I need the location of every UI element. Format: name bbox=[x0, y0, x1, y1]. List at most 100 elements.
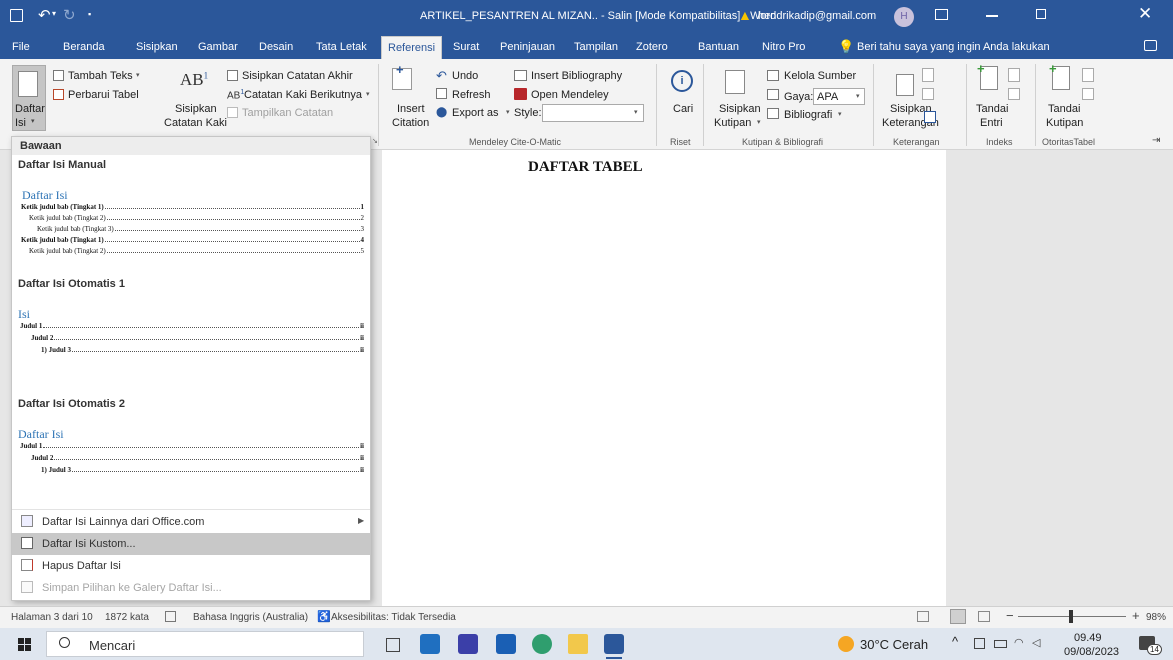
zoom-slider[interactable] bbox=[1018, 610, 1126, 623]
tab-file[interactable]: File bbox=[12, 41, 30, 53]
clock-time[interactable]: 09.49 bbox=[1074, 632, 1102, 644]
chevron-down-icon[interactable]: ▾ bbox=[634, 108, 638, 116]
zoom-percent[interactable]: 98% bbox=[1146, 612, 1166, 623]
table-of-figures-icon[interactable] bbox=[922, 68, 934, 82]
wifi-icon[interactable]: ◠ bbox=[1014, 636, 1024, 649]
mendeley-refresh-button[interactable]: Refresh bbox=[452, 89, 491, 101]
undo-dropdown-icon[interactable]: ▾ bbox=[52, 9, 56, 18]
document-heading[interactable]: DAFTAR TABEL bbox=[528, 159, 643, 176]
avatar[interactable]: H bbox=[894, 7, 914, 27]
tell-me-search[interactable]: Beri tahu saya yang ingin Anda lakukan bbox=[857, 41, 1050, 53]
add-text-button[interactable]: Tambah Teks bbox=[68, 70, 133, 82]
print-layout-icon[interactable] bbox=[950, 609, 966, 624]
tab-desain[interactable]: Desain bbox=[259, 41, 293, 53]
zoom-out-button[interactable]: − bbox=[1006, 608, 1014, 623]
update-toa-icon[interactable] bbox=[1082, 88, 1094, 100]
mail-icon[interactable] bbox=[420, 634, 440, 654]
weather-sun-icon[interactable] bbox=[838, 636, 854, 652]
update-index-icon[interactable] bbox=[1008, 88, 1020, 100]
tab-surat[interactable]: Surat bbox=[453, 41, 479, 53]
store-icon[interactable] bbox=[496, 634, 516, 654]
tab-nitro-pro[interactable]: Nitro Pro bbox=[762, 41, 805, 53]
insert-endnote-button[interactable]: Sisipkan Catatan Akhir bbox=[242, 70, 353, 82]
toc-manual-option[interactable]: Daftar Isi Ketik judul bab (Tingkat 1) 1 … bbox=[12, 177, 370, 271]
menu-custom-toc[interactable]: Daftar Isi Kustom... bbox=[12, 533, 370, 555]
mark-citation-label-1[interactable]: Tandai bbox=[1048, 103, 1080, 115]
windows-start-icon[interactable] bbox=[18, 638, 31, 651]
insert-citation-label-1[interactable]: Insert bbox=[397, 103, 425, 115]
tab-zotero[interactable]: Zotero bbox=[636, 41, 668, 53]
word-count[interactable]: 1872 kata bbox=[105, 612, 149, 623]
mark-entry-label-2[interactable]: Entri bbox=[980, 117, 1003, 129]
save-icon[interactable] bbox=[10, 9, 23, 22]
word-app-icon[interactable] bbox=[604, 634, 624, 654]
chevron-down-icon[interactable]: ▾ bbox=[856, 92, 860, 100]
manage-sources-button[interactable]: Kelola Sumber bbox=[784, 70, 856, 82]
insert-citation-label-2[interactable]: Citation bbox=[392, 117, 429, 129]
tab-gambar[interactable]: Gambar bbox=[198, 41, 238, 53]
pin-ribbon-icon[interactable]: ⇥ bbox=[1152, 135, 1160, 146]
lightbulb-icon[interactable]: 💡 bbox=[838, 39, 854, 55]
battery-icon[interactable] bbox=[994, 640, 1007, 648]
volume-icon[interactable]: ◁ bbox=[1032, 636, 1040, 649]
web-layout-icon[interactable] bbox=[978, 611, 990, 622]
restore-button[interactable] bbox=[1036, 9, 1046, 19]
customize-qat-icon[interactable]: ▪ bbox=[88, 9, 91, 19]
proofing-icon[interactable] bbox=[165, 611, 176, 622]
accessibility-icon[interactable]: ♿ bbox=[317, 610, 331, 623]
menu-more-toc-office[interactable]: Daftar Isi Lainnya dari Office.com ▶ bbox=[12, 511, 370, 533]
mark-entry-label-1[interactable]: Tandai bbox=[976, 103, 1008, 115]
focus-mode-icon[interactable] bbox=[917, 611, 929, 622]
tab-tata-letak[interactable]: Tata Letak bbox=[316, 41, 367, 53]
update-figures-icon[interactable] bbox=[922, 88, 934, 100]
toc-auto1-option[interactable]: Isi Judul 1 ii Judul 2 ii 1) Judul 3 ii bbox=[12, 297, 370, 392]
insert-citation-id-label-1[interactable]: Sisipkan bbox=[719, 103, 761, 115]
mark-citation-label-2[interactable]: Kutipan bbox=[1046, 117, 1083, 129]
tab-beranda[interactable]: Beranda bbox=[63, 41, 105, 53]
insert-footnote-label-1[interactable]: Sisipkan bbox=[175, 103, 217, 115]
tab-sisipkan[interactable]: Sisipkan bbox=[136, 41, 178, 53]
task-view-icon[interactable] bbox=[386, 638, 400, 652]
edge-browser-icon[interactable] bbox=[532, 634, 552, 654]
dialog-launcher-icon[interactable]: ↘ bbox=[372, 137, 378, 145]
account-email[interactable]: hendrikadip@gmail.com bbox=[758, 10, 876, 22]
insert-citation-id-label-2[interactable]: Kutipan bbox=[714, 117, 751, 129]
mendeley-undo-button[interactable]: Undo bbox=[452, 70, 478, 82]
weather-text[interactable]: 30°C Cerah bbox=[860, 637, 928, 652]
tray-meet-icon[interactable] bbox=[974, 638, 985, 649]
bibliography-button[interactable]: Bibliografi bbox=[784, 109, 832, 121]
language-status[interactable]: Bahasa Inggris (Australia) bbox=[193, 612, 308, 623]
taskbar-search-box[interactable]: Mencari bbox=[46, 631, 364, 657]
insert-bibliography-button[interactable]: Insert Bibliography bbox=[531, 70, 622, 82]
document-page[interactable]: DAFTAR TABEL bbox=[382, 150, 946, 606]
tab-referensi[interactable]: Referensi bbox=[381, 36, 443, 59]
tab-tampilan[interactable]: Tampilan bbox=[574, 41, 618, 53]
accessibility-status[interactable]: Aksesibilitas: Tidak Tersedia bbox=[331, 612, 456, 623]
warning-icon[interactable]: ▲ bbox=[738, 7, 752, 23]
close-button[interactable]: ✕ bbox=[1138, 4, 1152, 24]
mendeley-style-select[interactable] bbox=[542, 104, 644, 122]
file-explorer-icon[interactable] bbox=[568, 634, 588, 654]
tab-bantuan[interactable]: Bantuan bbox=[698, 41, 739, 53]
minimize-button[interactable] bbox=[986, 15, 998, 17]
export-as-button[interactable]: Export as bbox=[452, 107, 498, 119]
toc-auto2-option[interactable]: Daftar Isi Judul 1 ii Judul 2 ii 1) Judul … bbox=[12, 417, 370, 507]
show-hidden-icons-icon[interactable]: ^ bbox=[952, 634, 958, 649]
cross-reference-icon[interactable] bbox=[924, 111, 936, 123]
undo-icon[interactable]: ↶ bbox=[38, 6, 51, 24]
research-search-button[interactable]: Cari bbox=[673, 103, 693, 115]
zoom-slider-thumb[interactable] bbox=[1068, 610, 1073, 623]
zoom-in-button[interactable]: + bbox=[1132, 608, 1140, 623]
next-footnote-button[interactable]: Catatan Kaki Berikutnya bbox=[244, 89, 362, 101]
page-count[interactable]: Halaman 3 dari 10 bbox=[11, 612, 93, 623]
update-table-button[interactable]: Perbarui Tabel bbox=[68, 89, 139, 101]
menu-remove-toc[interactable]: Hapus Daftar Isi bbox=[12, 555, 370, 577]
tab-peninjauan[interactable]: Peninjauan bbox=[500, 41, 555, 53]
insert-footnote-label-2[interactable]: Catatan Kaki bbox=[164, 117, 227, 129]
app-purple-icon[interactable] bbox=[458, 634, 478, 654]
open-mendeley-button[interactable]: Open Mendeley bbox=[531, 89, 609, 101]
insert-toa-icon[interactable] bbox=[1082, 68, 1094, 82]
insert-index-icon[interactable] bbox=[1008, 68, 1020, 82]
clock-date[interactable]: 09/08/2023 bbox=[1064, 646, 1119, 658]
ribbon-display-options-icon[interactable] bbox=[935, 9, 948, 20]
